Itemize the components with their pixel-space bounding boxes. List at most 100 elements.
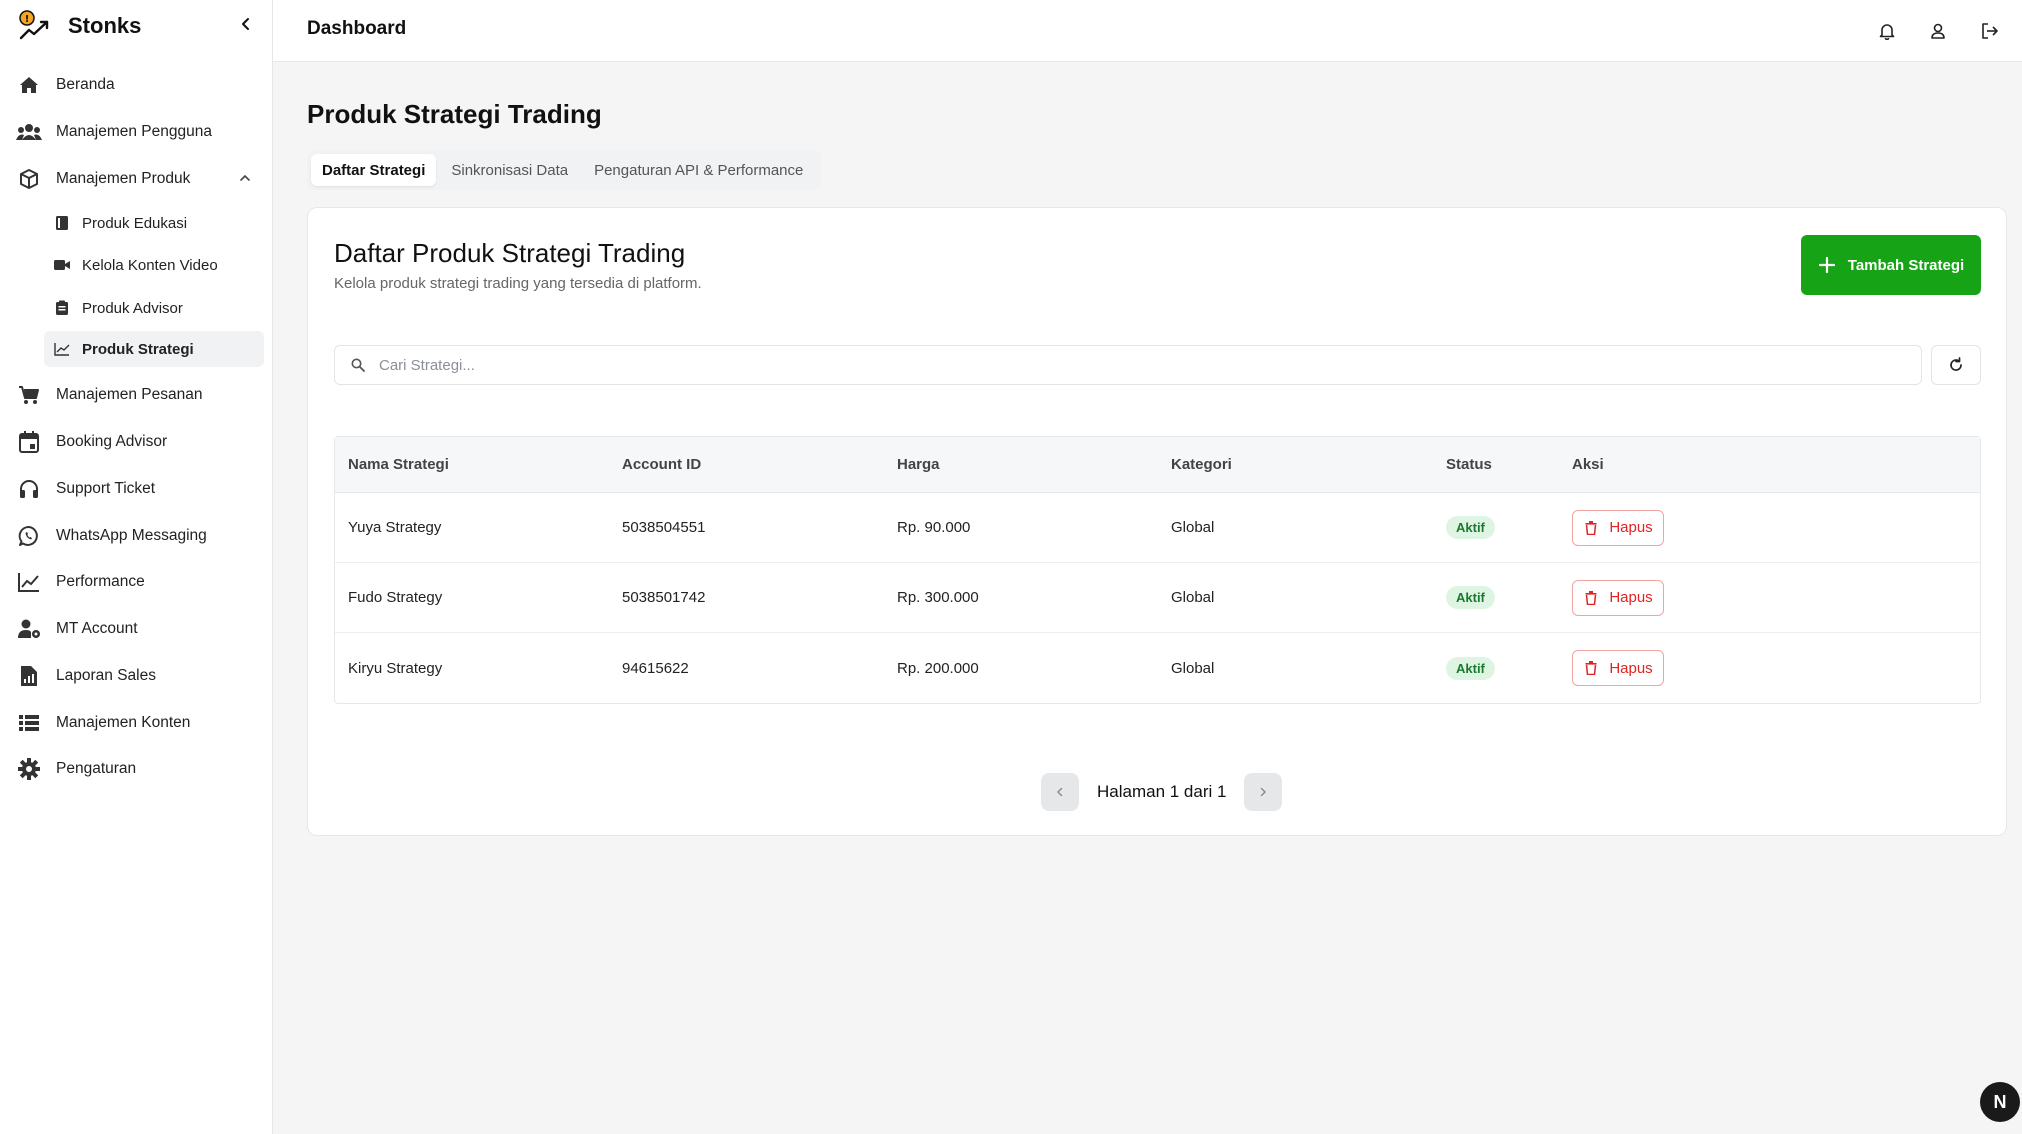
sidebar-subitem-produk-edukasi[interactable]: Produk Edukasi bbox=[44, 205, 264, 241]
price: Rp. 200.000 bbox=[897, 659, 979, 677]
sidebar-item-pengaturan[interactable]: Pengaturan bbox=[16, 751, 264, 787]
account-id: 5038504551 bbox=[622, 519, 706, 536]
pagination: Halaman 1 dari 1 bbox=[1041, 773, 1283, 811]
table-header: Nama Strategi Account ID Harga Kategori … bbox=[335, 437, 1980, 493]
sidebar-item-label: Pengaturan bbox=[56, 760, 137, 777]
table-row[interactable]: Fudo Strategy 5038501742 Rp. 300.000 Glo… bbox=[335, 563, 1980, 633]
header-title: Dashboard bbox=[307, 18, 407, 39]
chevron-left-icon bbox=[242, 18, 249, 30]
trash-icon bbox=[1583, 590, 1599, 606]
chevron-right-icon bbox=[1261, 787, 1267, 797]
book-icon bbox=[52, 213, 72, 233]
sidebar-item-manajemen-pengguna[interactable]: Manajemen Pengguna bbox=[16, 114, 264, 150]
sidebar-item-label: Beranda bbox=[56, 76, 115, 93]
tab-pengaturan-api-performance[interactable]: Pengaturan API & Performance bbox=[583, 154, 814, 186]
cart-icon bbox=[16, 382, 42, 408]
delete-label: Hapus bbox=[1609, 589, 1653, 606]
collapse-sidebar-button[interactable] bbox=[234, 12, 258, 36]
column-header-aksi: Aksi bbox=[1572, 456, 1604, 473]
dev-tools-button[interactable]: N bbox=[1980, 1082, 2020, 1122]
notification-button[interactable] bbox=[1873, 17, 1901, 45]
users-icon bbox=[16, 119, 42, 145]
top-bar: Dashboard bbox=[273, 0, 2022, 62]
status-badge: Aktif bbox=[1446, 516, 1495, 539]
sidebar-item-booking-advisor[interactable]: Booking Advisor bbox=[16, 424, 264, 460]
column-header-account-id[interactable]: Account ID bbox=[609, 456, 884, 473]
sidebar-item-laporan-sales[interactable]: Laporan Sales bbox=[16, 658, 264, 694]
search-box[interactable] bbox=[334, 345, 1922, 385]
svg-text:!: ! bbox=[25, 14, 30, 25]
box-icon bbox=[16, 166, 42, 192]
table-row[interactable]: Kiryu Strategy 94615622 Rp. 200.000 Glob… bbox=[335, 633, 1980, 703]
category: Global bbox=[1171, 659, 1215, 677]
sidebar-item-whatsapp-messaging[interactable]: WhatsApp Messaging bbox=[16, 518, 264, 554]
delete-label: Hapus bbox=[1609, 519, 1653, 536]
next-page-button[interactable] bbox=[1244, 773, 1283, 811]
search-input[interactable] bbox=[379, 356, 1879, 374]
chevron-up-icon[interactable] bbox=[236, 169, 254, 187]
sidebar-item-label: Produk Edukasi bbox=[82, 214, 188, 232]
refresh-icon bbox=[1950, 357, 1962, 371]
sidebar: ! Stonks Beranda Manajemen Pengguna Mana… bbox=[0, 0, 273, 1134]
sidebar-subitem-kelola-konten-video[interactable]: Kelola Konten Video bbox=[44, 247, 264, 283]
strategy-name: Fudo Strategy bbox=[348, 589, 443, 606]
refresh-button[interactable] bbox=[1931, 345, 1981, 385]
sidebar-item-support-ticket[interactable]: Support Ticket bbox=[16, 471, 264, 507]
sidebar-subitem-produk-advisor[interactable]: Produk Advisor bbox=[44, 290, 264, 326]
strategy-table: Nama Strategi Account ID Harga Kategori … bbox=[334, 436, 1981, 704]
sidebar-item-manajemen-pesanan[interactable]: Manajemen Pesanan bbox=[16, 377, 264, 413]
sidebar-item-label: Support Ticket bbox=[56, 480, 156, 497]
trash-icon bbox=[1583, 520, 1599, 536]
sidebar-subitem-produk-strategi[interactable]: Produk Strategi bbox=[44, 331, 264, 367]
account-id: 94615622 bbox=[622, 659, 689, 677]
delete-button[interactable]: Hapus bbox=[1572, 509, 1664, 546]
previous-page-button[interactable] bbox=[1041, 773, 1079, 811]
delete-button[interactable]: Hapus bbox=[1572, 650, 1664, 686]
chart-line-icon bbox=[52, 339, 72, 359]
sidebar-item-label: MT Account bbox=[56, 620, 138, 637]
brand[interactable]: ! Stonks bbox=[18, 10, 141, 42]
page-indicator: Halaman 1 dari 1 bbox=[1097, 782, 1227, 801]
sidebar-item-label: Laporan Sales bbox=[56, 667, 156, 684]
sidebar-item-manajemen-produk[interactable]: Manajemen Produk bbox=[16, 161, 264, 197]
tabs: Daftar Strategi Sinkronisasi Data Pengat… bbox=[307, 150, 823, 190]
sidebar-item-label: Performance bbox=[56, 573, 145, 590]
sidebar-item-mt-account[interactable]: MT Account bbox=[16, 611, 264, 647]
sidebar-item-label: Manajemen Konten bbox=[56, 714, 191, 731]
sidebar-item-manajemen-konten[interactable]: Manajemen Konten bbox=[16, 705, 264, 741]
delete-button[interactable]: Hapus bbox=[1572, 579, 1664, 616]
bell-icon bbox=[1879, 24, 1895, 40]
column-header-nama-strategi[interactable]: Nama Strategi bbox=[335, 456, 609, 473]
trash-icon bbox=[1583, 660, 1599, 676]
brand-name: Stonks bbox=[68, 13, 142, 38]
column-header-harga[interactable]: Harga bbox=[884, 456, 1158, 473]
add-strategy-button[interactable]: Tambah Strategi bbox=[1801, 235, 1981, 295]
logout-button[interactable] bbox=[1976, 17, 2004, 45]
profile-button[interactable] bbox=[1924, 17, 1952, 45]
list-icon bbox=[16, 710, 42, 736]
tab-sinkronisasi-data[interactable]: Sinkronisasi Data bbox=[440, 154, 579, 186]
video-icon bbox=[52, 255, 72, 275]
headset-icon bbox=[16, 476, 42, 502]
chevron-left-icon bbox=[1057, 787, 1063, 797]
gear-icon bbox=[16, 756, 42, 782]
sidebar-item-label: Produk Advisor bbox=[82, 299, 183, 317]
sidebar-item-beranda[interactable]: Beranda bbox=[16, 67, 264, 103]
chart-line-icon bbox=[16, 569, 42, 595]
sidebar-item-label: Booking Advisor bbox=[56, 433, 168, 450]
column-header-status[interactable]: Status bbox=[1433, 456, 1570, 473]
sidebar-item-performance[interactable]: Performance bbox=[16, 564, 264, 600]
sidebar-item-label: Kelola Konten Video bbox=[82, 256, 218, 274]
table-row[interactable]: Yuya Strategy 5038504551 Rp. 90.000 Glob… bbox=[335, 493, 1980, 563]
sidebar-item-label: WhatsApp Messaging bbox=[56, 527, 207, 544]
card-subtitle: Kelola produk strategi trading yang ters… bbox=[334, 275, 702, 292]
price: Rp. 300.000 bbox=[897, 589, 979, 606]
plus-icon bbox=[1818, 256, 1836, 274]
column-header-kategori[interactable]: Kategori bbox=[1158, 456, 1433, 473]
sidebar-item-label: Manajemen Produk bbox=[56, 170, 191, 187]
tab-daftar-strategi[interactable]: Daftar Strategi bbox=[311, 154, 437, 186]
category: Global bbox=[1171, 519, 1215, 536]
status-badge: Aktif bbox=[1446, 656, 1495, 680]
account-id: 5038501742 bbox=[622, 589, 706, 606]
add-strategy-label: Tambah Strategi bbox=[1847, 256, 1965, 274]
